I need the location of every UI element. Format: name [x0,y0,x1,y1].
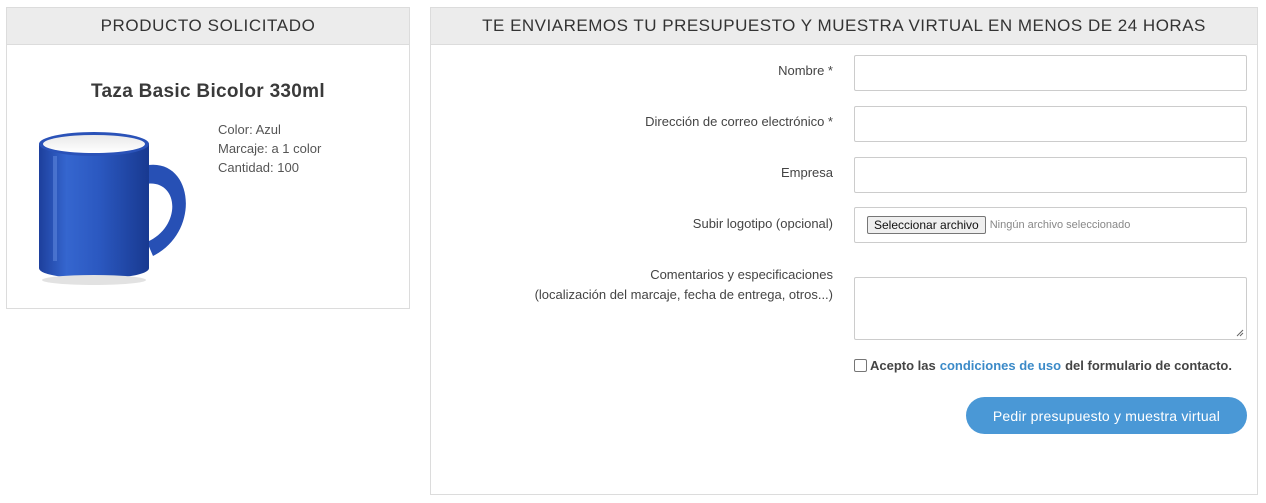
terms-link[interactable]: condiciones de uso [940,358,1061,373]
quote-form-header: TE ENVIAREMOS TU PRESUPUESTO Y MUESTRA V… [431,8,1257,45]
product-details: Color: Azul Marcaje: a 1 color Cantidad:… [218,120,321,177]
company-label: Empresa [780,165,833,180]
logo-upload-field[interactable]: Seleccionar archivo Ningún archivo selec… [854,207,1247,243]
comments-label-line1: Comentarios y especificaciones [650,267,833,282]
logo-upload-label: Subir logotipo (opcional) [692,216,833,231]
resize-grip-icon[interactable] [1236,329,1244,337]
name-field[interactable] [854,55,1247,91]
comments-textarea[interactable] [854,277,1247,340]
product-title: Taza Basic Bicolor 330ml [91,81,325,102]
product-color: Color: Azul [218,122,281,137]
terms-suffix: del formulario de contacto. [1065,358,1232,373]
product-panel-header: PRODUCTO SOLICITADO [7,8,409,45]
choose-file-button[interactable]: Seleccionar archivo [867,216,986,234]
product-marking: Marcaje: a 1 color [218,141,322,156]
comments-label: Comentarios y especificaciones (localiza… [535,265,833,305]
comments-label-line2: (localización del marcaje, fecha de entr… [534,287,833,302]
file-status-text: Ningún archivo seleccionado [989,219,1131,231]
name-label: Nombre * [778,63,833,78]
product-quantity: Cantidad: 100 [218,160,299,175]
terms-prefix: Acepto las [870,358,936,373]
product-panel: PRODUCTO SOLICITADO Taza Basic Bicolor 3… [6,7,410,309]
terms-checkbox[interactable] [854,359,867,372]
company-field[interactable] [854,157,1247,193]
email-field[interactable] [854,106,1247,142]
quote-form-panel: TE ENVIAREMOS TU PRESUPUESTO Y MUESTRA V… [430,7,1258,495]
submit-quote-button[interactable]: Pedir presupuesto y muestra virtual [966,397,1247,434]
email-label: Dirección de correo electrónico * [645,114,833,129]
terms-acceptance: Acepto las condiciones de uso del formul… [854,358,1232,373]
blue-mug-image [39,132,186,285]
